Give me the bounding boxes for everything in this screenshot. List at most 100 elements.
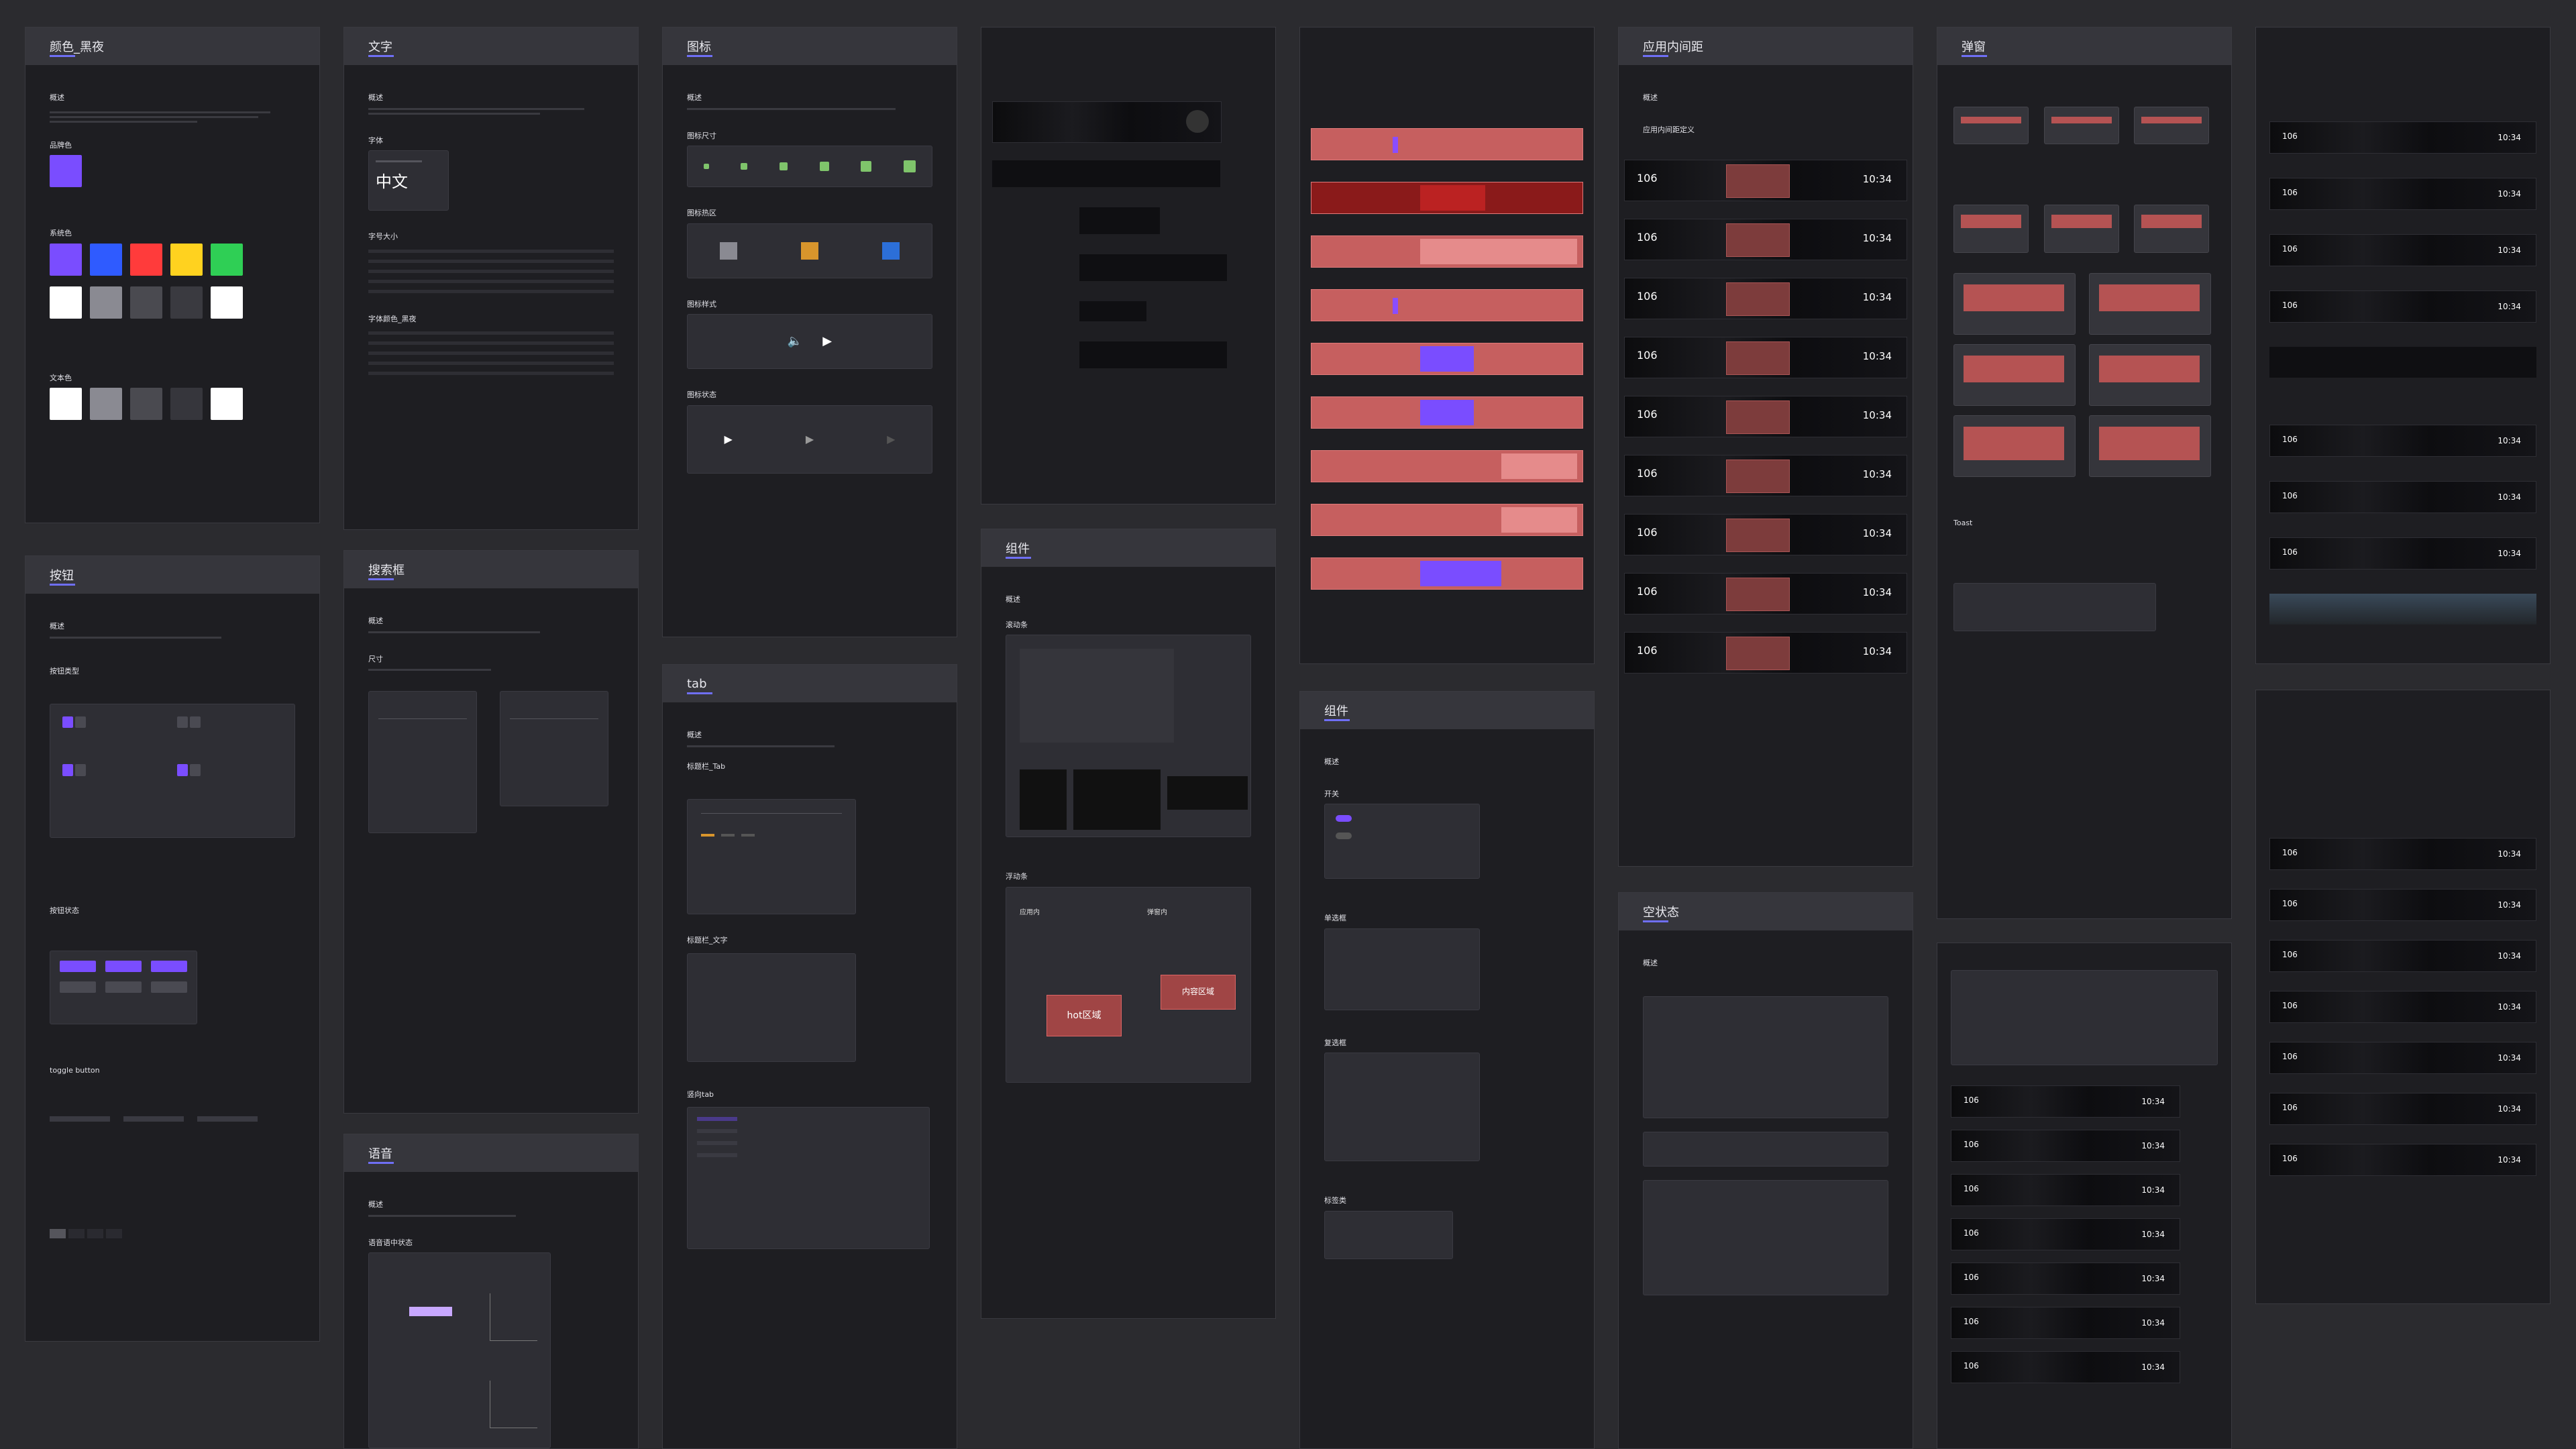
clock-readout: 10:34 bbox=[2498, 1002, 2521, 1012]
toast-panel bbox=[1953, 582, 2156, 631]
speed-readout: 106 bbox=[2282, 131, 2298, 141]
vertical-tab-item[interactable] bbox=[697, 1153, 737, 1158]
swatch-yellow bbox=[170, 243, 203, 276]
clock-readout: 10:34 bbox=[2498, 951, 2521, 961]
state-pressed[interactable]: ​ bbox=[105, 960, 142, 972]
section-radio: 单选框 bbox=[1324, 914, 1346, 923]
secondary-button[interactable]: ​ bbox=[189, 716, 201, 729]
section-icon-style: 图标样式 bbox=[687, 299, 716, 309]
vertical-tab-active[interactable] bbox=[697, 1117, 737, 1122]
red-bar bbox=[1311, 182, 1583, 214]
toggle-group[interactable] bbox=[50, 1116, 110, 1122]
section-overview: 概述 bbox=[1006, 595, 1020, 604]
toggle-off[interactable] bbox=[87, 1229, 103, 1239]
car-screen: 106 10:34 bbox=[1951, 1351, 2180, 1383]
clock-readout: 10:34 bbox=[2141, 1230, 2165, 1239]
section-font: 字体 bbox=[368, 136, 383, 145]
toggle-off[interactable] bbox=[68, 1229, 85, 1239]
speed-readout: 106 bbox=[2282, 435, 2298, 444]
popup-sample bbox=[2089, 415, 2211, 477]
secondary-button[interactable]: ​ bbox=[74, 716, 86, 729]
clock-readout: 10:34 bbox=[2141, 1274, 2165, 1283]
board-screenshot-a bbox=[981, 27, 1276, 504]
car-screen: 106 10:34 bbox=[1624, 573, 1907, 615]
car-screen: 106 10:34 bbox=[1624, 396, 1907, 438]
section-vertical-tab: 竖向tab bbox=[687, 1089, 714, 1099]
speed-readout: 106 bbox=[2282, 1103, 2298, 1112]
clock-readout: 10:34 bbox=[2141, 1185, 2165, 1195]
state-normal-2[interactable]: ​ bbox=[60, 981, 96, 994]
empty-panel-1 bbox=[1643, 996, 1888, 1118]
clock-readout: 10:34 bbox=[2498, 133, 2521, 142]
brand-swatch bbox=[50, 155, 82, 188]
play-icon-normal: ▶ bbox=[724, 433, 733, 446]
speed-readout: 106 bbox=[1637, 467, 1658, 480]
car-screen: 106 10:34 bbox=[2269, 940, 2536, 972]
state-pressed-2[interactable]: ​ bbox=[105, 981, 142, 994]
vertical-tab-item[interactable] bbox=[697, 1129, 737, 1134]
primary-button[interactable]: ​ bbox=[62, 716, 73, 729]
section-scroll: 滚动条 bbox=[1006, 620, 1028, 629]
popup-sample bbox=[1953, 107, 2029, 144]
toggle-on[interactable] bbox=[50, 1229, 66, 1239]
icon-size-panel bbox=[687, 146, 932, 188]
section-button-types: 按钮类型 bbox=[50, 666, 79, 676]
search-sample-2 bbox=[500, 691, 608, 807]
red-bar bbox=[1311, 396, 1583, 429]
search-input[interactable] bbox=[378, 718, 467, 720]
clock-readout: 10:34 bbox=[2498, 189, 2521, 199]
car-screen: 106 10:34 bbox=[2269, 234, 2536, 266]
popup-sample bbox=[2043, 205, 2119, 253]
red-bar bbox=[1311, 557, 1583, 590]
app-popup bbox=[1726, 578, 1790, 612]
clock-readout: 10:34 bbox=[2498, 246, 2521, 255]
section-voice-state: 语音语中状态 bbox=[368, 1238, 413, 1247]
primary-button[interactable]: ​ bbox=[177, 764, 188, 776]
tab-item[interactable] bbox=[741, 834, 755, 837]
speed-readout: 106 bbox=[2282, 1001, 2298, 1010]
switch-panel bbox=[1324, 804, 1480, 879]
section-button-states: 按钮状态 bbox=[50, 906, 79, 916]
section-tag: 标签类 bbox=[1324, 1196, 1346, 1205]
toggle-group[interactable] bbox=[197, 1116, 258, 1122]
toggle-off[interactable] bbox=[106, 1229, 122, 1239]
text-swatch-dark bbox=[130, 388, 162, 421]
primary-button[interactable]: ​ bbox=[62, 764, 73, 776]
clock-readout: 10:34 bbox=[1862, 586, 1892, 599]
car-screen: 106 10:34 bbox=[1951, 1085, 2180, 1118]
clock-readout: 10:34 bbox=[2141, 1141, 2165, 1150]
section-toggle: toggle button bbox=[50, 1065, 100, 1075]
vertical-tab-item[interactable] bbox=[697, 1141, 737, 1146]
board-text: 文字 概述 字体 中文 字号大小 字体颜色_黑夜 bbox=[343, 27, 639, 530]
board-title: 文字 bbox=[368, 40, 392, 54]
section-overview: 概述 bbox=[368, 616, 383, 625]
hot-area-panel bbox=[687, 223, 932, 278]
tab-indicator[interactable] bbox=[701, 834, 714, 837]
state-normal[interactable]: ​ bbox=[60, 960, 96, 972]
secondary-button[interactable]: ​ bbox=[177, 716, 188, 729]
car-screen: 106 10:34 bbox=[1951, 1174, 2180, 1206]
board-title: 空状态 bbox=[1643, 906, 1679, 920]
secondary-button[interactable]: ​ bbox=[74, 764, 86, 776]
icon-size-sample bbox=[780, 162, 788, 171]
section-title-text: 标题栏_文字 bbox=[687, 936, 728, 945]
switch-toggle[interactable] bbox=[1336, 815, 1352, 822]
switch-toggle[interactable] bbox=[1336, 833, 1352, 840]
text-swatch-white-2 bbox=[211, 388, 243, 421]
state-disabled-2[interactable]: ​ bbox=[151, 981, 187, 994]
clock-readout: 10:34 bbox=[1862, 350, 1892, 363]
state-disabled[interactable]: ​ bbox=[151, 960, 187, 972]
red-bar bbox=[1311, 450, 1583, 482]
search-input[interactable] bbox=[510, 718, 598, 720]
toggle-group[interactable] bbox=[123, 1116, 184, 1122]
section-font-sizes: 字号大小 bbox=[368, 232, 398, 241]
car-screen: 106 10:34 bbox=[2269, 991, 2536, 1023]
car-screen: 106 10:34 bbox=[2269, 1093, 2536, 1125]
car-screen: 106 10:34 bbox=[1951, 1218, 2180, 1250]
secondary-button[interactable]: ​ bbox=[189, 764, 201, 776]
section-overview: 概述 bbox=[1643, 959, 1658, 967]
tab-item[interactable] bbox=[721, 834, 735, 837]
icon-size-sample bbox=[741, 163, 748, 170]
clock-readout: 10:34 bbox=[1862, 527, 1892, 540]
car-screen: 106 10:34 bbox=[2269, 838, 2536, 870]
